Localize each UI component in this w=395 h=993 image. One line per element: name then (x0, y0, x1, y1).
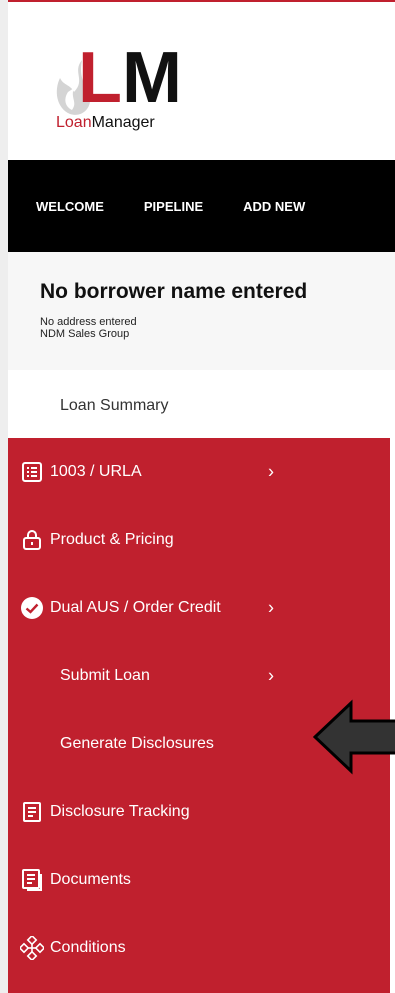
menu-item-disclosure-tracking[interactable]: Disclosure Tracking (8, 778, 390, 846)
chevron-right-icon: › (268, 665, 274, 686)
menu-item-documents[interactable]: Documents (8, 846, 390, 914)
borrower-name: No borrower name entered (40, 280, 308, 303)
app-frame: L M LoanManager WELCOME PIPELINE ADD NEW… (8, 0, 395, 993)
logo-wordmark: LoanManager (56, 114, 155, 132)
loan-summary-label: Loan Summary (60, 397, 169, 414)
documents-icon (22, 869, 42, 891)
network-icon (20, 936, 44, 960)
chevron-right-icon: › (268, 597, 274, 618)
logo-letter-l: L (78, 38, 122, 118)
menu-label-dual-aus: Dual AUS / Order Credit (50, 599, 221, 616)
pointer-arrow-icon (313, 699, 395, 775)
borrower-group: NDM Sales Group (40, 328, 130, 340)
menu-item-1003-urla[interactable]: 1003 / URLA › (8, 438, 390, 506)
lock-icon (23, 530, 41, 550)
nav-pipeline[interactable]: PIPELINE (144, 199, 203, 214)
menu-item-conditions[interactable]: Conditions (8, 914, 390, 982)
menu-label-disclosure-tracking: Disclosure Tracking (50, 803, 190, 820)
menu-label-conditions: Conditions (50, 939, 126, 956)
logo-word-loan: Loan (56, 114, 92, 131)
logo-word-manager: Manager (91, 114, 155, 131)
menu-item-product-pricing[interactable]: Product & Pricing (8, 506, 390, 574)
list-icon (22, 462, 42, 482)
loan-summary-link[interactable]: Loan Summary (8, 370, 395, 438)
borrower-header: No borrower name entered No address ente… (8, 252, 395, 371)
menu-label-submit-loan: Submit Loan (60, 667, 150, 684)
menu-label-1003-urla: 1003 / URLA (50, 463, 142, 480)
chevron-right-icon: › (268, 461, 274, 482)
borrower-address: No address entered (40, 316, 137, 328)
top-nav-bar: WELCOME PIPELINE ADD NEW (8, 160, 395, 252)
check-circle-icon (21, 597, 43, 619)
logo-letter-m: M (122, 38, 182, 118)
menu-label-generate-disclosures: Generate Disclosures (60, 735, 214, 752)
loanmanager-logo[interactable]: L M LoanManager (52, 42, 202, 138)
nav-welcome[interactable]: WELCOME (36, 199, 104, 214)
menu-label-documents: Documents (50, 871, 131, 888)
menu-label-product-pricing: Product & Pricing (50, 531, 174, 548)
nav-add-new[interactable]: ADD NEW (243, 199, 305, 214)
document-icon (23, 802, 41, 822)
menu-item-dual-aus[interactable]: Dual AUS / Order Credit › (8, 574, 390, 642)
